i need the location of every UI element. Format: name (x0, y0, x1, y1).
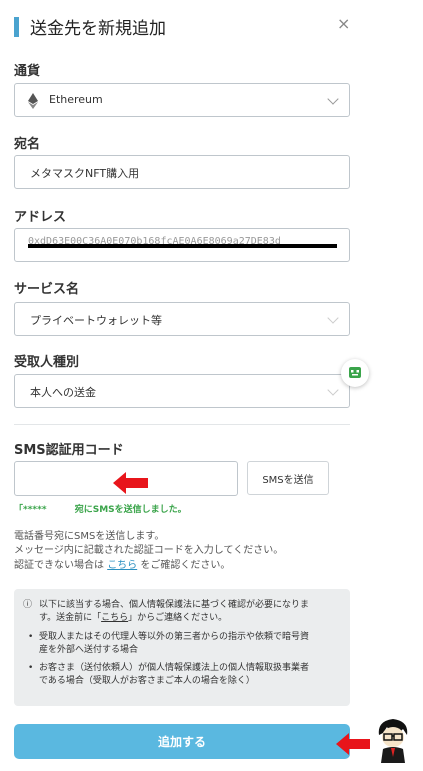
recipient-type-select[interactable]: 本人への送金 (14, 374, 350, 408)
close-icon[interactable]: × (337, 14, 350, 33)
check-here-link[interactable]: こちら (107, 560, 137, 571)
bullet-icon: • (28, 632, 34, 642)
currency-select[interactable]: Ethereum (14, 83, 350, 117)
notice-bullet-1-line-1: 受取人またはその代理人等以外の第三者からの指示や依頼で暗号資 (39, 632, 310, 642)
chatbot-icon[interactable] (341, 359, 369, 387)
notice-line-2: す。送金前に「こちら」からご連絡ください。 (39, 613, 228, 623)
name-input[interactable]: メタマスクNFT購入用 (14, 155, 350, 189)
section-divider (14, 424, 350, 425)
info-line-2: メッセージ内に記載された認証コードを入力してください。 (14, 545, 284, 556)
name-label: 宛名 (14, 137, 41, 152)
notice-bullet-2-line-1: お客さま（送付依頼人）が個人情報保護法上の個人情報取扱事業者 (39, 663, 310, 673)
dialog-title: 送金先を新規追加 (30, 19, 166, 39)
service-select[interactable]: プライベートウォレット等 (14, 302, 350, 336)
recipient-type-label: 受取人種別 (14, 355, 80, 370)
character-mascot-icon (378, 719, 408, 763)
notice-bullet-1-line-2: 産を外部へ送付する場合 (39, 645, 139, 655)
info-line-1: 電話番号宛にSMSを送信します。 (14, 531, 165, 542)
robot-icon (349, 367, 361, 378)
notice-line-1: 以下に該当する場合、個人情報保護法に基づく確認が必要になりま (39, 600, 310, 610)
red-arrow-icon (336, 733, 370, 755)
recipient-type-value: 本人への送金 (30, 386, 96, 399)
add-button[interactable]: 追加する (14, 724, 350, 759)
bullet-icon: • (28, 663, 34, 673)
redaction-bar (28, 244, 337, 248)
chevron-down-icon (327, 93, 339, 105)
red-arrow-icon (113, 472, 148, 494)
sms-label: SMS認証用コード (14, 443, 124, 458)
notice-bullet-2-line-2: である場合（受取人がお客さまご本人の場合を除く） (39, 676, 255, 686)
service-value: プライベートウォレット等 (30, 314, 162, 327)
address-label: アドレス (14, 210, 67, 225)
currency-value: Ethereum (49, 93, 103, 106)
chevron-down-icon (327, 312, 339, 324)
send-sms-button[interactable]: SMSを送信 (247, 461, 329, 495)
info-icon: ⓘ (23, 600, 33, 610)
currency-label: 通貨 (14, 64, 41, 79)
service-label: サービス名 (14, 282, 80, 297)
sms-sent-message: 「***** 宛にSMSを送信しました。 (14, 505, 187, 515)
title-accent-bar (14, 17, 19, 37)
contact-here-link[interactable]: こちら (101, 613, 128, 623)
notice-box: ⓘ 以下に該当する場合、個人情報保護法に基づく確認が必要になりま す。送金前に「… (14, 589, 350, 706)
ethereum-icon (28, 93, 38, 109)
name-value: メタマスクNFT購入用 (30, 167, 140, 180)
info-line-3: 認証できない場合は こちら をご確認ください。 (14, 560, 231, 571)
chevron-down-icon (327, 384, 339, 396)
